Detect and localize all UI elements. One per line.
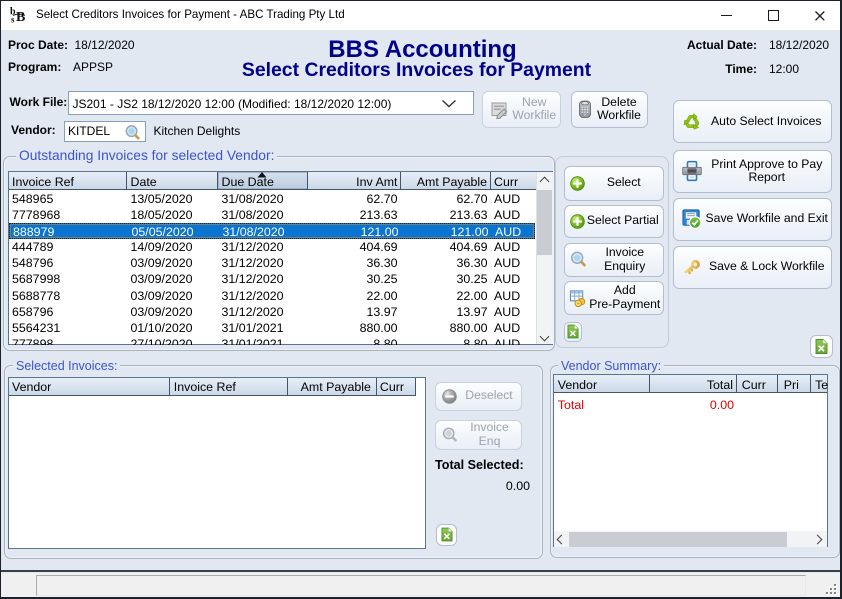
svg-text:B: B — [16, 10, 25, 24]
svg-text:s: s — [11, 15, 15, 25]
